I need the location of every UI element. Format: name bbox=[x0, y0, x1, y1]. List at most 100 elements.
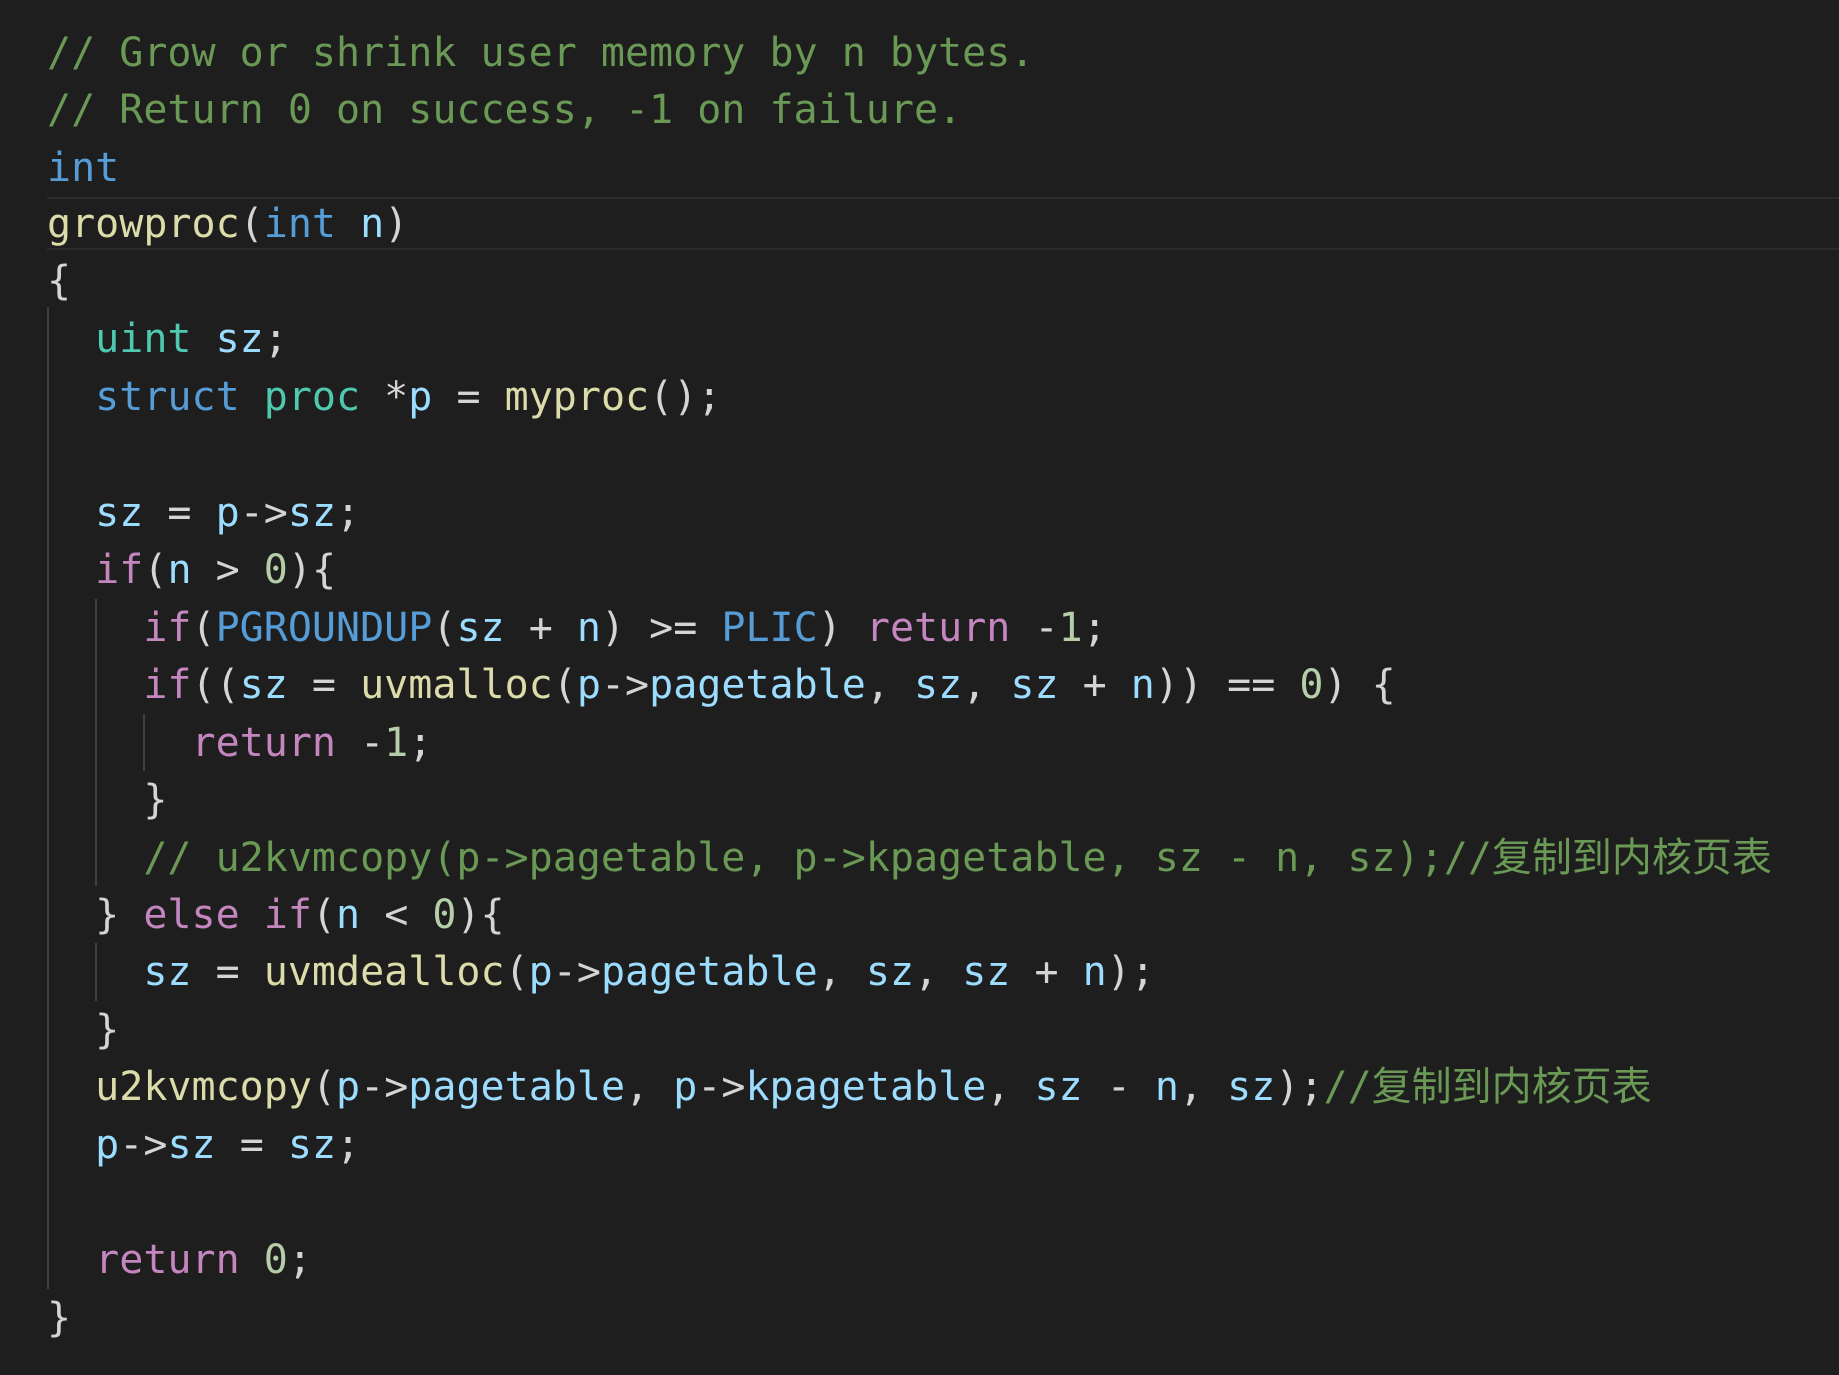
code-token: ; bbox=[1082, 605, 1107, 651]
code-line[interactable]: p->sz = sz; bbox=[47, 1116, 360, 1174]
code-token: sz bbox=[914, 662, 963, 708]
code-token: -> bbox=[119, 1122, 168, 1168]
code-token: sz bbox=[239, 662, 288, 708]
code-token: n bbox=[1082, 949, 1107, 995]
code-line[interactable]: sz = p->sz; bbox=[47, 484, 360, 542]
code-token: ( bbox=[143, 547, 168, 593]
code-token: pagetable bbox=[600, 949, 818, 995]
code-token: , bbox=[865, 662, 915, 708]
code-token: = bbox=[215, 1122, 288, 1168]
code-token: = bbox=[191, 949, 264, 995]
code-line[interactable]: } bbox=[47, 1289, 71, 1347]
code-token: 0 bbox=[432, 892, 457, 938]
code-token: ( bbox=[311, 1064, 337, 1110]
code-line[interactable]: u2kvmcopy(p->pagetable, p->kpagetable, s… bbox=[47, 1058, 1652, 1116]
code-line[interactable]: if(PGROUNDUP(sz + n) >= PLIC) return -1; bbox=[47, 599, 1107, 657]
code-token: p bbox=[408, 374, 433, 420]
code-token: else bbox=[143, 892, 240, 938]
code-token: ; bbox=[336, 490, 361, 536]
code-token: struct bbox=[95, 374, 240, 420]
code-token: } bbox=[47, 777, 168, 823]
code-token: uvmdealloc bbox=[263, 949, 505, 995]
code-token: ) >= bbox=[600, 605, 722, 651]
code-token: - bbox=[1082, 1064, 1155, 1110]
code-token: sz bbox=[1010, 662, 1059, 708]
code-token: uint bbox=[95, 316, 192, 362]
code-token: ( bbox=[239, 201, 264, 247]
code-line[interactable]: return -1; bbox=[47, 714, 433, 772]
code-token: ) bbox=[817, 605, 866, 651]
code-token: ){ bbox=[287, 547, 337, 593]
code-token: sz bbox=[143, 949, 192, 995]
code-line[interactable]: // u2kvmcopy(p->pagetable, p->kpagetable… bbox=[47, 829, 1772, 887]
code-token: ; bbox=[408, 720, 433, 766]
code-line[interactable]: if((sz = uvmalloc(p->pagetable, sz, sz +… bbox=[47, 656, 1395, 714]
code-token: * bbox=[360, 374, 409, 420]
code-line[interactable]: sz = uvmdealloc(p->pagetable, sz, sz + n… bbox=[47, 943, 1155, 1001]
code-token: { bbox=[47, 258, 72, 304]
code-token: ); bbox=[1275, 1064, 1324, 1110]
code-token: -> bbox=[600, 662, 650, 708]
code-token: (( bbox=[191, 662, 240, 708]
code-token: pagetable bbox=[408, 1064, 626, 1110]
code-token: )) == bbox=[1154, 662, 1300, 708]
code-token: + bbox=[1010, 949, 1083, 995]
code-token: if bbox=[143, 605, 192, 651]
code-token: p bbox=[95, 1122, 120, 1168]
code-line[interactable]: growproc(int n) bbox=[47, 195, 408, 253]
code-token: pagetable bbox=[649, 662, 866, 708]
code-token: ( bbox=[552, 662, 577, 708]
code-token: , bbox=[962, 662, 1011, 708]
code-token: = bbox=[143, 490, 216, 536]
code-line[interactable]: struct proc *p = myproc(); bbox=[47, 368, 721, 426]
code-token: 1 bbox=[1058, 605, 1083, 651]
code-token: n bbox=[360, 201, 385, 247]
code-token: sz bbox=[962, 949, 1011, 995]
code-token: } bbox=[47, 1295, 72, 1341]
code-token: PLIC bbox=[721, 605, 818, 651]
code-token: - bbox=[1010, 605, 1059, 651]
code-line[interactable]: // Grow or shrink user memory by n bytes… bbox=[47, 24, 1034, 82]
code-line[interactable]: if(n > 0){ bbox=[47, 541, 336, 599]
code-token: ( bbox=[311, 892, 337, 938]
code-token: , bbox=[914, 949, 963, 995]
code-token: (); bbox=[649, 374, 722, 420]
code-token: n bbox=[1154, 1064, 1179, 1110]
code-token: - bbox=[336, 720, 385, 766]
code-line[interactable]: } bbox=[47, 1001, 119, 1059]
code-token: -> bbox=[697, 1064, 746, 1110]
code-token: return bbox=[865, 605, 1011, 651]
code-token: p bbox=[673, 1064, 698, 1110]
code-editor[interactable]: // Grow or shrink user memory by n bytes… bbox=[0, 0, 1839, 1375]
code-token: p bbox=[336, 1064, 361, 1110]
code-line[interactable]: } else if(n < 0){ bbox=[47, 886, 504, 944]
code-token: sz bbox=[167, 1122, 216, 1168]
code-token: -> bbox=[239, 490, 288, 536]
code-line[interactable]: // Return 0 on success, -1 on failure. bbox=[47, 81, 962, 139]
code-token: p bbox=[215, 490, 240, 536]
code-token: + bbox=[504, 605, 577, 651]
code-line[interactable]: return 0; bbox=[47, 1231, 312, 1289]
code-line[interactable]: int bbox=[47, 139, 119, 197]
code-token: sz bbox=[1227, 1064, 1276, 1110]
code-line[interactable]: uint sz; bbox=[47, 310, 288, 368]
code-line[interactable]: } bbox=[47, 771, 167, 829]
code-token: < bbox=[360, 892, 433, 938]
code-line[interactable]: { bbox=[47, 252, 71, 310]
code-token: ( bbox=[432, 605, 457, 651]
code-token: PGROUNDUP bbox=[215, 605, 433, 651]
code-token: //复制到内核页表 bbox=[1323, 1064, 1652, 1110]
code-token: } bbox=[47, 892, 144, 938]
